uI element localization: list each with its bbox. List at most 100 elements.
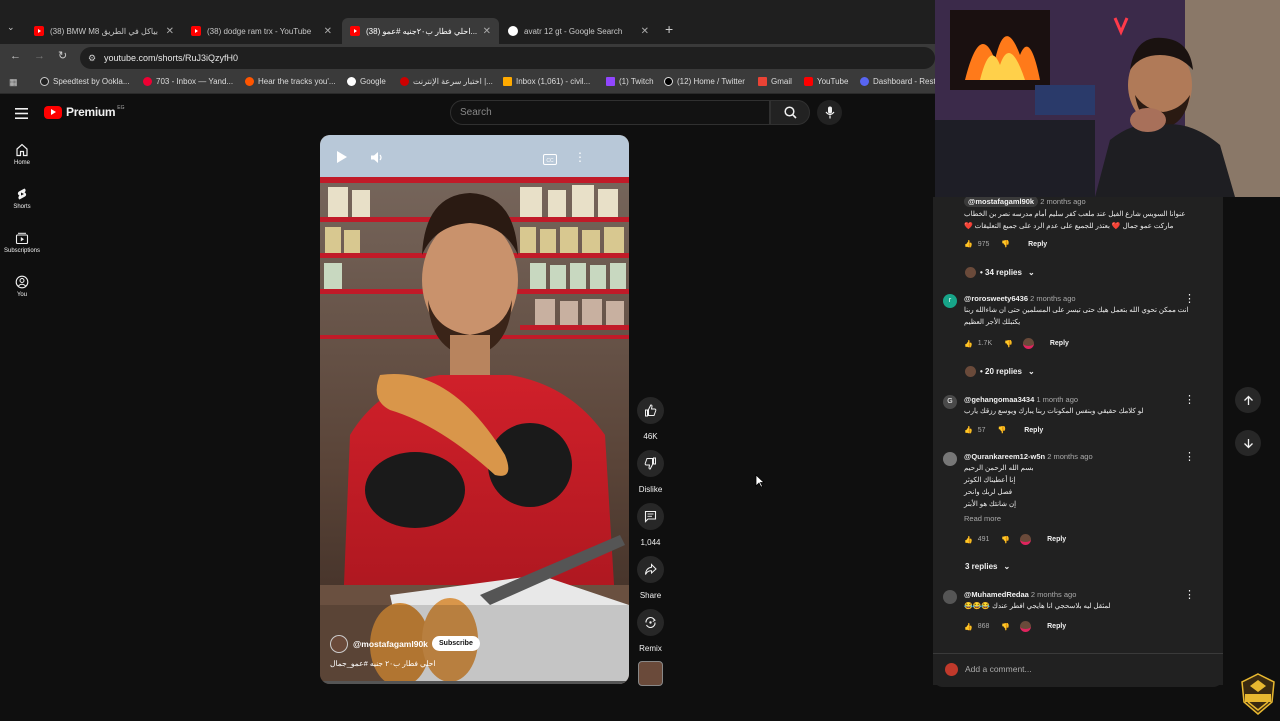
subscribe-button[interactable]: Subscribe xyxy=(432,636,480,651)
tab-search-dropdown[interactable]: ⌄ xyxy=(7,22,19,36)
dislike-comment-icon[interactable]: 👎 xyxy=(1004,340,1013,348)
close-tab-icon[interactable]: ✕ xyxy=(324,26,332,37)
view-replies-button[interactable]: 3 replies ⌄ xyxy=(965,562,1010,571)
bookmark-soundcloud[interactable]: Hear the tracks you'... xyxy=(245,77,336,86)
comments-button[interactable] xyxy=(637,503,664,530)
reply-button[interactable]: Reply xyxy=(1024,427,1043,434)
reply-button[interactable]: Reply xyxy=(1050,340,1069,347)
replies-count: • 20 replies xyxy=(980,367,1022,376)
previous-short-button[interactable] xyxy=(1235,387,1261,413)
youtube-premium-logo[interactable]: Premium EG xyxy=(44,105,125,119)
like-comment-icon[interactable]: 👍 xyxy=(964,426,973,434)
like-comment-icon[interactable]: 👍 xyxy=(964,536,973,544)
user-avatar[interactable] xyxy=(943,590,957,604)
remix-action[interactable]: Remix xyxy=(637,609,664,653)
bookmark-twitch[interactable]: (1) Twitch xyxy=(606,77,654,86)
remix-button[interactable] xyxy=(637,609,664,636)
video-frame-image xyxy=(320,135,629,684)
like-comment-icon[interactable]: 👍 xyxy=(964,240,973,248)
bookmark-youtube[interactable]: YouTube xyxy=(804,77,848,86)
bookmark-twitter[interactable]: (12) Home / Twitter xyxy=(664,77,745,86)
shorts-video-player[interactable]: CC ⋮ @mostafagaml90k Subscribe احلي فطار… xyxy=(320,135,629,684)
sound-thumbnail[interactable] xyxy=(638,661,663,686)
user-avatar[interactable] xyxy=(943,452,957,466)
dislike-comment-icon[interactable]: 👎 xyxy=(1001,240,1010,248)
browser-tab-3-active[interactable]: (38) احلي فطار ب٢٠جنيه #عمو... ✕ xyxy=(342,18,499,44)
bookmark-inbox[interactable]: Inbox (1,061) - civil... xyxy=(503,77,590,86)
close-tab-icon[interactable]: ✕ xyxy=(483,26,491,37)
bookmark-label: 703 - Inbox — Yand... xyxy=(156,77,234,86)
bookmark-yandex-inbox[interactable]: 703 - Inbox — Yand... xyxy=(143,77,233,86)
forward-arrow-icon[interactable]: → xyxy=(34,50,45,62)
bookmark-gmail[interactable]: Gmail xyxy=(758,77,792,86)
search-input[interactable]: Search xyxy=(450,100,770,125)
browser-tab-2[interactable]: (38) dodge ram trx - YouTube ✕ xyxy=(183,18,340,44)
like-button[interactable] xyxy=(637,397,664,424)
dislike-comment-icon[interactable]: 👎 xyxy=(998,426,1007,434)
comment-author[interactable]: @gehangomaa3434 xyxy=(964,395,1034,404)
view-replies-button[interactable]: • 34 replies ⌄ xyxy=(965,267,1035,278)
nav-home[interactable]: Home xyxy=(0,143,44,166)
hamburger-menu-icon[interactable] xyxy=(15,106,28,119)
dislike-button[interactable] xyxy=(637,450,664,477)
channel-name[interactable]: @mostafagaml90k xyxy=(353,639,428,649)
video-progress-bar[interactable] xyxy=(320,681,629,684)
comment-text: عنوانا السويس شارع الفيل عند ملعب كفر سل… xyxy=(964,211,1186,230)
comment-author[interactable]: @mostafagaml90k xyxy=(964,197,1039,207)
search-button[interactable] xyxy=(770,100,810,125)
comment-menu-icon[interactable]: ⋮ xyxy=(1184,292,1195,305)
site-info-icon[interactable]: ⚙ xyxy=(88,47,96,69)
back-arrow-icon[interactable]: ← xyxy=(10,50,21,62)
close-tab-icon[interactable]: ✕ xyxy=(166,26,174,37)
read-more-link[interactable]: Read more xyxy=(964,514,1001,523)
view-replies-button[interactable]: • 20 replies ⌄ xyxy=(965,366,1035,377)
apps-grid-icon[interactable]: ▦ xyxy=(9,77,18,88)
play-pause-button[interactable] xyxy=(336,150,350,166)
comment-author[interactable]: @MuhamedRedaa xyxy=(964,590,1029,599)
dislike-comment-icon[interactable]: 👎 xyxy=(1001,623,1010,631)
nav-subscriptions[interactable]: Subscriptions xyxy=(0,231,44,254)
comments-action[interactable]: 1,044 xyxy=(637,503,664,547)
reply-button[interactable]: Reply xyxy=(1047,623,1066,630)
streamer-webcam-overlay xyxy=(935,0,1280,197)
bookmark-speed-test-ar[interactable]: اختبار سرعة الإنترنت |... xyxy=(400,77,493,86)
next-short-button[interactable] xyxy=(1235,430,1261,456)
add-comment-input[interactable]: Add a comment... xyxy=(965,664,1032,674)
user-avatar[interactable]: G xyxy=(943,395,957,409)
creator-avatar-mini xyxy=(965,366,976,377)
captions-button[interactable]: CC xyxy=(543,152,557,170)
replies-count: • 34 replies xyxy=(980,268,1022,277)
comment-menu-icon[interactable]: ⋮ xyxy=(1184,450,1195,463)
more-options-icon[interactable]: ⋮ xyxy=(574,150,586,164)
bookmark-speedtest[interactable]: Speedtest by Ookla... xyxy=(40,77,130,86)
reply-button[interactable]: Reply xyxy=(1028,241,1047,248)
nav-you[interactable]: You xyxy=(0,275,44,298)
nav-shorts[interactable]: Shorts xyxy=(0,187,44,210)
user-avatar[interactable]: r xyxy=(943,294,957,308)
dislike-comment-icon[interactable]: 👎 xyxy=(1001,536,1010,544)
like-comment-icon[interactable]: 👍 xyxy=(964,623,973,631)
share-action[interactable]: Share xyxy=(637,556,664,600)
bookmark-dashboard[interactable]: Dashboard - Rest xyxy=(860,77,936,86)
tab-title: (38) BMW M8 بياكل في الطريق xyxy=(50,26,158,36)
close-tab-icon[interactable]: ✕ xyxy=(641,26,649,37)
comment-author[interactable]: @rorosweety6436 xyxy=(964,294,1028,303)
like-action[interactable]: 46K xyxy=(637,397,664,441)
share-button[interactable] xyxy=(637,556,664,583)
dislike-action[interactable]: Dislike xyxy=(637,450,664,494)
voice-search-button[interactable] xyxy=(817,100,842,125)
youtube-favicon-icon xyxy=(191,26,201,36)
reply-button[interactable]: Reply xyxy=(1047,536,1066,543)
channel-avatar[interactable] xyxy=(330,635,348,653)
like-comment-icon[interactable]: 👍 xyxy=(964,340,973,348)
browser-tab-1[interactable]: (38) BMW M8 بياكل في الطريق ✕ xyxy=(26,18,182,44)
url-field[interactable]: ⚙ youtube.com/shorts/RuJ3iQzyfH0 xyxy=(80,47,935,69)
comment-menu-icon[interactable]: ⋮ xyxy=(1184,588,1195,601)
comment-menu-icon[interactable]: ⋮ xyxy=(1184,393,1195,406)
bookmark-google[interactable]: Google xyxy=(347,77,386,86)
browser-tab-4[interactable]: avatr 12 gt - Google Search ✕ xyxy=(500,18,657,44)
reload-icon[interactable]: ↻ xyxy=(58,49,67,62)
volume-button[interactable] xyxy=(370,151,384,169)
comment-author[interactable]: @Qurankareem12-w5n xyxy=(964,452,1045,461)
new-tab-plus-icon[interactable]: + xyxy=(665,21,673,37)
